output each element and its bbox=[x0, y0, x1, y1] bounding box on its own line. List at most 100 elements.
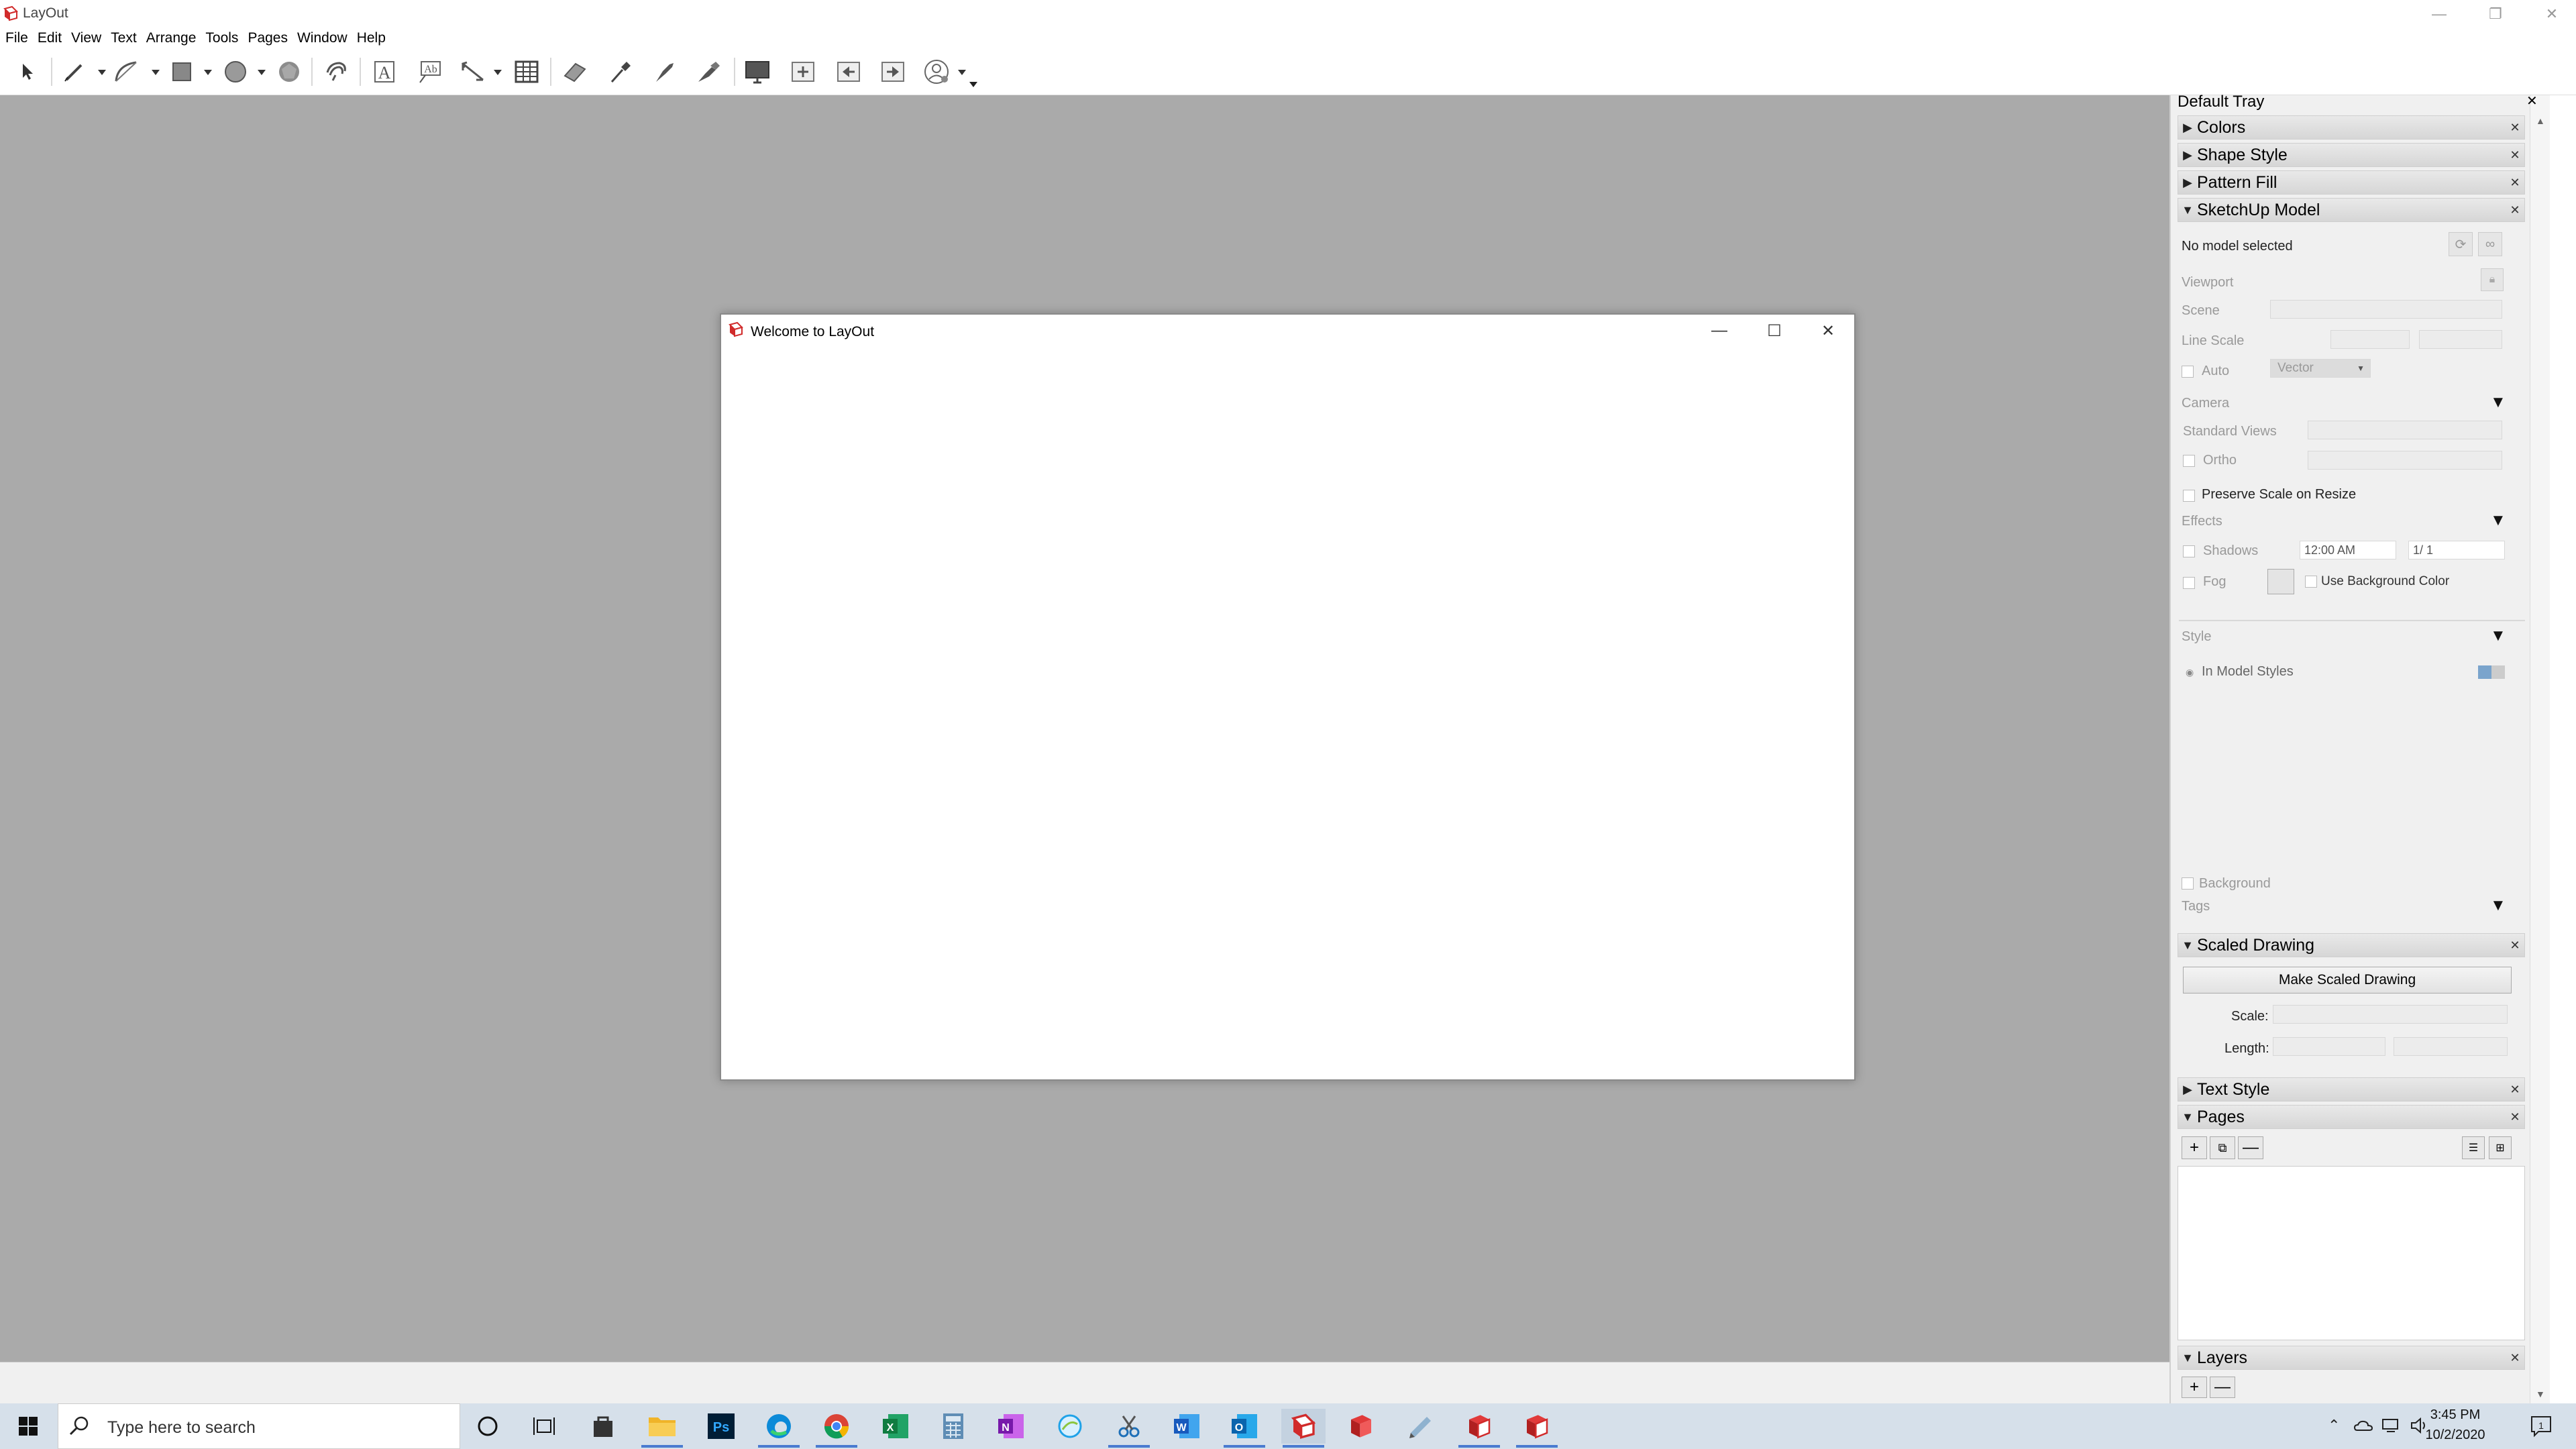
panel-shape-style[interactable]: ▶ Shape Style ✕ bbox=[2178, 143, 2525, 167]
list-view-button[interactable]: ☰ bbox=[2462, 1136, 2485, 1159]
length-select[interactable] bbox=[2273, 1037, 2385, 1056]
notifications-icon[interactable]: 1 bbox=[2529, 1414, 2553, 1438]
join-tool-button[interactable] bbox=[695, 58, 723, 86]
previous-page-button[interactable] bbox=[835, 58, 863, 86]
chevron-down-icon[interactable] bbox=[258, 70, 266, 76]
presentation-button[interactable] bbox=[743, 58, 771, 86]
delete-page-button[interactable]: — bbox=[2238, 1136, 2263, 1159]
menu-help[interactable]: Help bbox=[356, 30, 387, 46]
onedrive-icon[interactable] bbox=[2353, 1418, 2373, 1433]
tray-scrollbar[interactable]: ▲ ▼ bbox=[2530, 95, 2550, 1403]
panel-text-style[interactable]: ▶ Text Style ✕ bbox=[2178, 1077, 2525, 1102]
add-layer-button[interactable]: + bbox=[2182, 1377, 2207, 1398]
close-icon[interactable]: ✕ bbox=[2506, 938, 2524, 953]
select-tool-button[interactable] bbox=[13, 58, 42, 86]
ortho-scale-select[interactable] bbox=[2308, 451, 2502, 470]
minimize-button[interactable]: — bbox=[2411, 0, 2467, 28]
background-checkbox[interactable] bbox=[2182, 877, 2194, 890]
dimension-tool-button[interactable] bbox=[459, 58, 487, 86]
close-button[interactable]: ✕ bbox=[2524, 0, 2576, 28]
toolbar-overflow-icon[interactable] bbox=[969, 82, 978, 89]
render-mode-select[interactable]: Vector ▼ bbox=[2270, 359, 2371, 378]
dialog-maximize-button[interactable]: ☐ bbox=[1748, 315, 1801, 347]
table-tool-button[interactable] bbox=[513, 58, 541, 86]
show-hidden-icons-icon[interactable]: ⌃ bbox=[2328, 1417, 2340, 1434]
taskbar-outlook[interactable]: O bbox=[1222, 1409, 1267, 1444]
taskbar-sketchup-3[interactable] bbox=[1515, 1409, 1559, 1444]
taskbar-store[interactable] bbox=[581, 1409, 625, 1444]
close-icon[interactable]: ✕ bbox=[2506, 1351, 2524, 1365]
radio-icon[interactable]: ◉ bbox=[2186, 667, 2194, 678]
chevron-down-icon[interactable] bbox=[152, 70, 160, 76]
text-tool-button[interactable]: A bbox=[370, 58, 398, 86]
cortana-button[interactable] bbox=[466, 1409, 510, 1444]
label-tool-button[interactable]: Ab bbox=[416, 58, 444, 86]
menu-window[interactable]: Window bbox=[296, 30, 349, 46]
fog-checkbox[interactable] bbox=[2183, 577, 2195, 589]
close-icon[interactable]: ✕ bbox=[2506, 121, 2524, 135]
taskbar-calculator[interactable] bbox=[931, 1409, 975, 1444]
use-background-color-checkbox[interactable] bbox=[2305, 576, 2317, 588]
length-unit-select[interactable] bbox=[2394, 1037, 2508, 1056]
preserve-scale-checkbox[interactable] bbox=[2183, 490, 2195, 502]
close-icon[interactable]: ✕ bbox=[2506, 1110, 2524, 1124]
duplicate-page-button[interactable]: ⧉ bbox=[2210, 1136, 2235, 1159]
scale-select[interactable] bbox=[2273, 1005, 2508, 1024]
fog-color-swatch[interactable] bbox=[2267, 569, 2294, 594]
close-icon[interactable]: ✕ bbox=[2506, 176, 2524, 190]
panel-layers[interactable]: ▼ Layers ✕ bbox=[2178, 1346, 2525, 1370]
task-view-button[interactable] bbox=[522, 1409, 566, 1444]
taskbar-snipping[interactable] bbox=[1107, 1409, 1151, 1444]
style-tool-button[interactable] bbox=[606, 58, 635, 86]
shadows-checkbox[interactable] bbox=[2183, 545, 2195, 557]
network-icon[interactable] bbox=[2381, 1417, 2402, 1434]
taskbar-clock[interactable]: 3:45 PM 10/2/2020 bbox=[2408, 1405, 2502, 1445]
taskbar-chrome[interactable] bbox=[814, 1409, 859, 1444]
tray-close-icon[interactable]: ✕ bbox=[2526, 93, 2538, 109]
grid-view-button[interactable]: ⊞ bbox=[2489, 1136, 2512, 1159]
taskbar-layout[interactable] bbox=[1281, 1409, 1326, 1444]
rectangle-tool-button[interactable] bbox=[168, 58, 196, 86]
taskbar-onenote[interactable]: N bbox=[989, 1409, 1033, 1444]
panel-pattern-fill[interactable]: ▶ Pattern Fill ✕ bbox=[2178, 170, 2525, 195]
user-account-button[interactable] bbox=[923, 58, 951, 86]
taskbar-excel[interactable]: X bbox=[873, 1409, 918, 1444]
unlink-model-button[interactable]: ∞ bbox=[2478, 232, 2502, 256]
close-icon[interactable]: ✕ bbox=[2506, 203, 2524, 217]
line-scale-select[interactable] bbox=[2330, 330, 2410, 349]
standard-views-select[interactable] bbox=[2308, 421, 2502, 439]
next-page-button[interactable] bbox=[879, 58, 907, 86]
collapse-icon[interactable]: ▼ bbox=[2490, 896, 2506, 915]
taskbar-style-builder[interactable] bbox=[1398, 1409, 1442, 1444]
close-icon[interactable]: ✕ bbox=[2506, 148, 2524, 162]
panel-sketchup-model[interactable]: ▼ SketchUp Model ✕ bbox=[2178, 198, 2525, 222]
close-icon[interactable]: ✕ bbox=[2506, 1083, 2524, 1097]
restore-button[interactable]: ❐ bbox=[2467, 0, 2524, 28]
ortho-checkbox[interactable] bbox=[2183, 455, 2195, 467]
menu-edit[interactable]: Edit bbox=[36, 30, 63, 46]
menu-view[interactable]: View bbox=[70, 30, 103, 46]
add-page-button[interactable] bbox=[789, 58, 817, 86]
taskbar-file-explorer[interactable] bbox=[640, 1409, 684, 1444]
menu-pages[interactable]: Pages bbox=[246, 30, 289, 46]
add-page-button[interactable]: + bbox=[2182, 1136, 2207, 1159]
offset-tool-button[interactable] bbox=[322, 58, 350, 86]
shadow-time-field[interactable]: 12:00 AM bbox=[2300, 541, 2396, 559]
circle-tool-button[interactable] bbox=[221, 58, 250, 86]
taskbar-photoshop[interactable]: Ps bbox=[699, 1409, 743, 1444]
delete-layer-button[interactable]: — bbox=[2210, 1377, 2235, 1398]
taskbar-sketchup-2[interactable] bbox=[1457, 1409, 1501, 1444]
menu-text[interactable]: Text bbox=[109, 30, 138, 46]
taskbar-sketchup[interactable] bbox=[1339, 1409, 1383, 1444]
start-button[interactable] bbox=[0, 1403, 56, 1449]
polygon-tool-button[interactable] bbox=[275, 58, 303, 86]
taskbar-app-bubble[interactable] bbox=[1048, 1409, 1092, 1444]
line-tool-button[interactable] bbox=[60, 58, 89, 86]
chevron-down-icon[interactable] bbox=[204, 70, 212, 76]
taskbar-word[interactable]: W bbox=[1165, 1409, 1209, 1444]
panel-pages[interactable]: ▼ Pages ✕ bbox=[2178, 1105, 2525, 1129]
shadow-date-field[interactable]: 1/ 1 bbox=[2408, 541, 2505, 559]
menu-tools[interactable]: Tools bbox=[204, 30, 239, 46]
eraser-tool-button[interactable] bbox=[561, 58, 589, 86]
refresh-model-button[interactable]: ⟳ bbox=[2449, 232, 2473, 256]
